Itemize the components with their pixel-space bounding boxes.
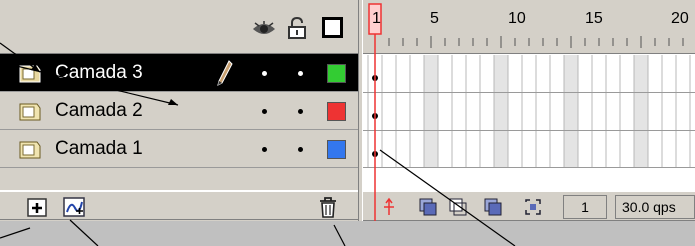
layer-row[interactable]: Camada 2: [0, 92, 358, 130]
layer-name: Camada 1: [55, 138, 143, 159]
layer-row[interactable]: Camada 1: [0, 130, 358, 168]
ruler-label: 10: [508, 10, 526, 27]
outline-color-swatch[interactable]: [327, 64, 346, 83]
edit-multiple-frames-icon[interactable]: [483, 197, 503, 217]
frame-rate-field[interactable]: 30.0 qps: [615, 195, 695, 219]
layers-footer: [0, 190, 358, 220]
motion-guide-icon[interactable]: [63, 196, 89, 218]
visibility-dot[interactable]: [262, 71, 267, 76]
ruler-ticks: [374, 36, 684, 48]
lock-icon[interactable]: [287, 17, 307, 39]
timeline-footer: 1 30.0 qps: [363, 190, 695, 221]
timeline-panel: Camada 3 Camada 2 Camada 1 1 5 10 15 20 …: [0, 0, 695, 246]
outline-icon[interactable]: [322, 17, 343, 38]
layer-name: Camada 2: [55, 100, 143, 121]
insert-layer-icon[interactable]: [27, 196, 49, 218]
layer-icon: [19, 103, 41, 121]
visibility-dot[interactable]: [262, 109, 267, 114]
current-frame-field: 1: [563, 195, 607, 219]
frame-empty-area: [363, 168, 695, 190]
timeline-frames: 1 5 10 15 20 1 30.0 qps 1: [363, 0, 695, 221]
layers-panel: Camada 3 Camada 2 Camada 1: [0, 0, 358, 246]
layer-icon: [19, 141, 41, 159]
layer-name: Camada 3: [55, 62, 143, 83]
onion-skin-icon[interactable]: [418, 197, 438, 217]
layer-icon: [19, 65, 41, 83]
outline-color-swatch[interactable]: [327, 140, 346, 159]
lock-dot[interactable]: [298, 71, 303, 76]
visibility-dot[interactable]: [262, 147, 267, 152]
lock-dot[interactable]: [298, 109, 303, 114]
modify-onion-markers-icon[interactable]: [523, 197, 543, 217]
layers-empty-area: [0, 168, 358, 190]
ruler-label: 15: [585, 10, 603, 27]
pencil-icon: [217, 60, 233, 86]
eye-icon[interactable]: [252, 20, 276, 38]
layers-header: [0, 0, 358, 54]
onion-skin-outlines-icon[interactable]: [448, 197, 468, 217]
playhead-label: 1: [372, 10, 381, 27]
bottom-strip: [0, 221, 695, 246]
center-frame-icon[interactable]: [379, 197, 399, 217]
outline-color-swatch[interactable]: [327, 102, 346, 121]
lock-dot[interactable]: [298, 147, 303, 152]
frame-ruler[interactable]: 1 5 10 15 20: [363, 0, 695, 54]
frame-grid[interactable]: [363, 55, 695, 168]
trash-icon[interactable]: [318, 195, 338, 219]
ruler-label: 20: [671, 10, 689, 27]
layer-row[interactable]: Camada 3: [0, 54, 358, 92]
ruler-label: 5: [430, 10, 439, 27]
frame-cells: [363, 55, 695, 168]
